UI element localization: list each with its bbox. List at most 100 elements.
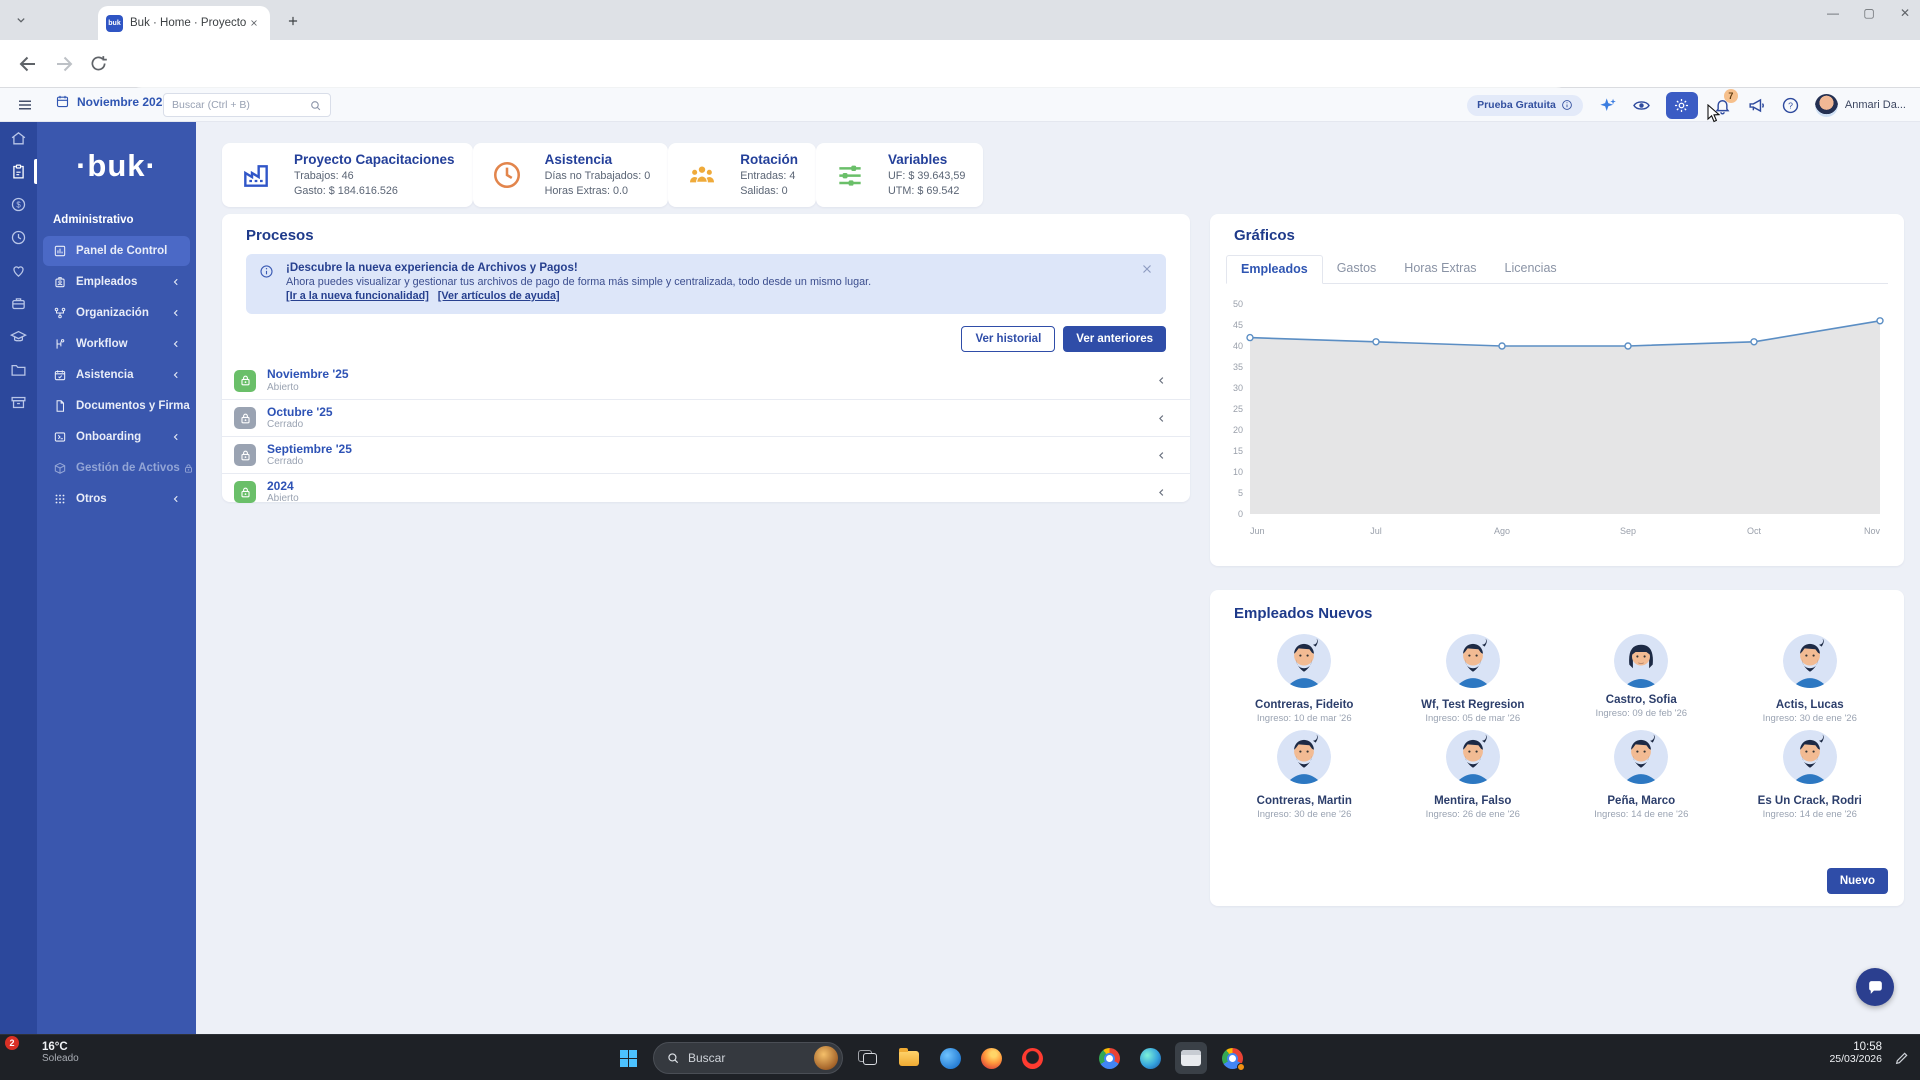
employee-card[interactable]: Contreras, Martin Ingreso: 30 de ene '26 [1220,730,1389,820]
chevron-left-icon[interactable] [1155,412,1168,425]
panel-de-control[interactable]: Panel de Control [43,236,190,266]
employee-card[interactable]: Es Un Crack, Rodri Ingreso: 14 de ene '2… [1726,730,1895,820]
gestion-de-activos[interactable]: Gestión de Activos [43,453,190,483]
task-view-button[interactable] [852,1042,884,1074]
windows-logo-icon [620,1050,637,1067]
calendar-icon [55,94,70,109]
svg-text:10: 10 [1233,467,1243,477]
chat-fab-button[interactable] [1856,968,1894,1006]
banner-title: ¡Descubre la nueva experiencia de Archiv… [286,262,1136,274]
start-button[interactable] [612,1042,644,1074]
tab-title: Buk · Home · Proyecto Capacita [130,17,246,29]
chart-tab[interactable]: Horas Extras [1390,255,1490,284]
stat-card[interactable]: Rotación Entradas: 4 Salidas: 0 [668,143,816,207]
sidebar-toggle-icon[interactable] [16,96,34,114]
proceso-row[interactable]: Septiembre '25 Cerrado [222,436,1190,473]
settings-app-button[interactable] [934,1042,966,1074]
nuevo-button[interactable]: Nuevo [1827,868,1888,894]
banner-close-icon[interactable] [1140,262,1154,276]
proceso-row[interactable]: Noviembre '25 Abierto [222,362,1190,399]
opera-button[interactable] [1016,1042,1048,1074]
announcements-icon[interactable] [1747,96,1766,115]
taskbar: 2 16°C Soleado Buscar 10:58 [0,1034,1920,1080]
employee-card[interactable]: Contreras, Fideito Ingreso: 10 de mar '2… [1220,634,1389,724]
clock-date: 25/03/2026 [1829,1053,1882,1065]
organizacion[interactable]: Organización [43,298,190,328]
onboarding[interactable]: Onboarding [43,422,190,452]
asistencia[interactable]: Asistencia [43,360,190,390]
tab-search-button[interactable] [8,9,34,31]
chevron-left-icon[interactable] [1155,449,1168,462]
chart-tab[interactable]: Licencias [1491,255,1571,284]
employee-card[interactable]: Peña, Marco Ingreso: 14 de ene '26 [1557,730,1726,820]
banner-link-ayuda[interactable]: [Ver artículos de ayuda] [438,290,560,302]
svg-text:40: 40 [1233,341,1243,351]
employee-card[interactable]: Mentira, Falso Ingreso: 26 de ene '26 [1389,730,1558,820]
documentos-y-firma[interactable]: Documentos y Firma [43,391,190,421]
talento[interactable] [0,254,37,287]
taskbar-clock[interactable]: 10:58 25/03/2026 [1829,1041,1882,1065]
weather-sun-icon: 2 [10,1040,34,1064]
terminal-button[interactable] [1175,1042,1207,1074]
employee-card[interactable]: Wf, Test Regresion Ingreso: 05 de mar '2… [1389,634,1558,724]
chevron-left-icon[interactable] [1155,374,1168,387]
chrome-running-button[interactable] [1216,1042,1248,1074]
employee-card[interactable]: Actis, Lucas Ingreso: 30 de ene '26 [1726,634,1895,724]
comunicaciones[interactable] [0,386,37,419]
chart-tab[interactable]: Gastos [1323,255,1391,284]
forward-icon[interactable] [52,52,76,76]
chevron-left-icon[interactable] [1155,486,1168,499]
documentos[interactable] [0,353,37,386]
ver-historial-button[interactable]: Ver historial [961,326,1055,352]
preview-eye-icon[interactable] [1632,96,1651,115]
remuneraciones[interactable] [0,188,37,221]
weather-widget[interactable]: 2 16°C Soleado [10,1040,79,1064]
banner-link-funcionalidad[interactable]: [Ir a la nueva funcionalidad] [286,290,429,302]
period-selector[interactable]: Noviembre 2025 [55,94,169,109]
asistencia[interactable] [0,221,37,254]
beneficios[interactable] [0,287,37,320]
home[interactable] [0,122,37,155]
file-explorer-button[interactable] [893,1042,925,1074]
notification-center-icon[interactable] [1894,1050,1910,1066]
gear-icon [1673,97,1690,114]
back-icon[interactable] [16,52,40,76]
chat-icon [1866,978,1885,997]
new-tab-button[interactable] [282,10,304,32]
search-icon [666,1051,680,1065]
stat-card-line1: Entradas: 4 [740,169,798,183]
app-search-input[interactable] [172,99,309,111]
help-icon[interactable] [1781,96,1800,115]
edge-button[interactable] [1134,1042,1166,1074]
app-search[interactable] [163,93,331,117]
reload-icon[interactable] [88,53,109,74]
close-icon[interactable]: ✕ [1898,6,1912,20]
trial-badge[interactable]: Prueba Gratuita [1467,95,1583,116]
employee-card[interactable]: Castro, Sofia Ingreso: 09 de feb '26 [1557,634,1726,724]
svg-text:45: 45 [1233,320,1243,330]
settings-gear-button[interactable] [1666,92,1698,119]
maximize-icon[interactable]: ▢ [1862,6,1876,20]
taskbar-search[interactable]: Buscar [653,1042,843,1074]
workflow[interactable]: Workflow [43,329,190,359]
chrome-button[interactable] [1093,1042,1125,1074]
stat-card[interactable]: Proyecto Capacitaciones Trabajos: 46 Gas… [222,143,473,207]
assistant-sparkle-icon[interactable] [1598,96,1617,115]
chevron-left-icon [170,307,182,319]
proceso-row[interactable]: Octubre '25 Cerrado [222,399,1190,436]
tab-close-icon[interactable] [246,15,262,31]
minimize-icon[interactable]: — [1826,6,1840,20]
chart-tab[interactable]: Empleados [1226,255,1323,284]
user-menu[interactable]: Anmari Da... [1815,94,1906,117]
admin-tasks[interactable] [0,155,37,188]
stat-card[interactable]: Variables UF: $ 39.643,59 UTM: $ 69.542 [816,143,983,207]
capacitaciones[interactable] [0,320,37,353]
otros[interactable]: Otros [43,484,190,514]
empleados[interactable]: Empleados [43,267,190,297]
browser-tab[interactable]: buk Buk · Home · Proyecto Capacita [98,6,270,40]
firefox-button[interactable] [975,1042,1007,1074]
chevron-left-icon [170,276,182,288]
proceso-row[interactable]: 2024 Abierto [222,473,1190,510]
ver-anteriores-button[interactable]: Ver anteriores [1063,326,1166,352]
stat-card[interactable]: Asistencia Días no Trabajados: 0 Horas E… [473,143,669,207]
